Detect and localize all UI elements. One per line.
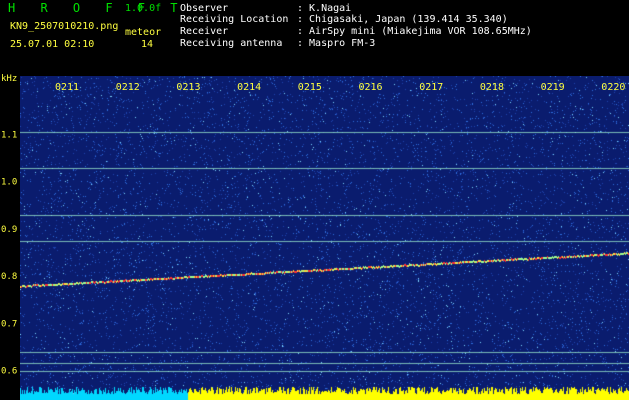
spectrogram-overlay: 1.1 1.0 0.9 0.8 0.7 0.6 0211 0212 0213 0214 0215 02… bbox=[1, 82, 625, 377]
y-tick-label: 1.0 bbox=[1, 178, 17, 188]
y-tick-label: 1.1 bbox=[1, 130, 17, 140]
x-tick-label: 0214 bbox=[237, 82, 261, 93]
y-tick-label: 0.6 bbox=[1, 367, 17, 377]
x-tick-label: 0211 bbox=[55, 82, 79, 93]
x-tick-label: 0216 bbox=[359, 82, 383, 93]
y-tick-label: 0.7 bbox=[1, 319, 17, 329]
x-tick-label: 0212 bbox=[116, 82, 140, 93]
y-tick-label: 0.9 bbox=[1, 225, 17, 235]
y-tick-label: 0.8 bbox=[1, 272, 17, 282]
x-tick-label: 0215 bbox=[298, 82, 322, 93]
x-tick-label: 0219 bbox=[541, 82, 565, 93]
x-tick-label: 0218 bbox=[480, 82, 504, 93]
x-tick-label: 0220 bbox=[601, 82, 625, 93]
x-tick-label: 0213 bbox=[176, 82, 200, 93]
x-tick-label: 0217 bbox=[419, 82, 443, 93]
